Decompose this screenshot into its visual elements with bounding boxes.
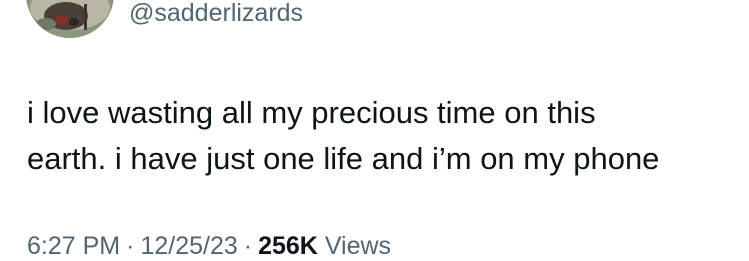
avatar[interactable] xyxy=(26,0,114,38)
tweet-date[interactable]: 12/25/23 xyxy=(140,232,237,260)
tweet-text-line: i love wasting all my precious time on t… xyxy=(27,95,596,130)
profile-avatar-icon xyxy=(26,0,114,38)
tweet-meta: 6:27 PM · 12/25/23 · 256K Views xyxy=(27,231,391,261)
meta-separator: · xyxy=(126,232,135,260)
tweet-text-line: earth. i have just one life and i’m on m… xyxy=(27,141,660,176)
views-count[interactable]: 256K xyxy=(258,232,318,260)
tweet-text: i love wasting all my precious time on t… xyxy=(27,90,739,182)
tweet-time[interactable]: 6:27 PM xyxy=(27,232,120,260)
author-handle[interactable]: @sadderlizards xyxy=(129,0,303,28)
meta-separator: · xyxy=(243,232,253,260)
views-label: Views xyxy=(324,232,392,260)
